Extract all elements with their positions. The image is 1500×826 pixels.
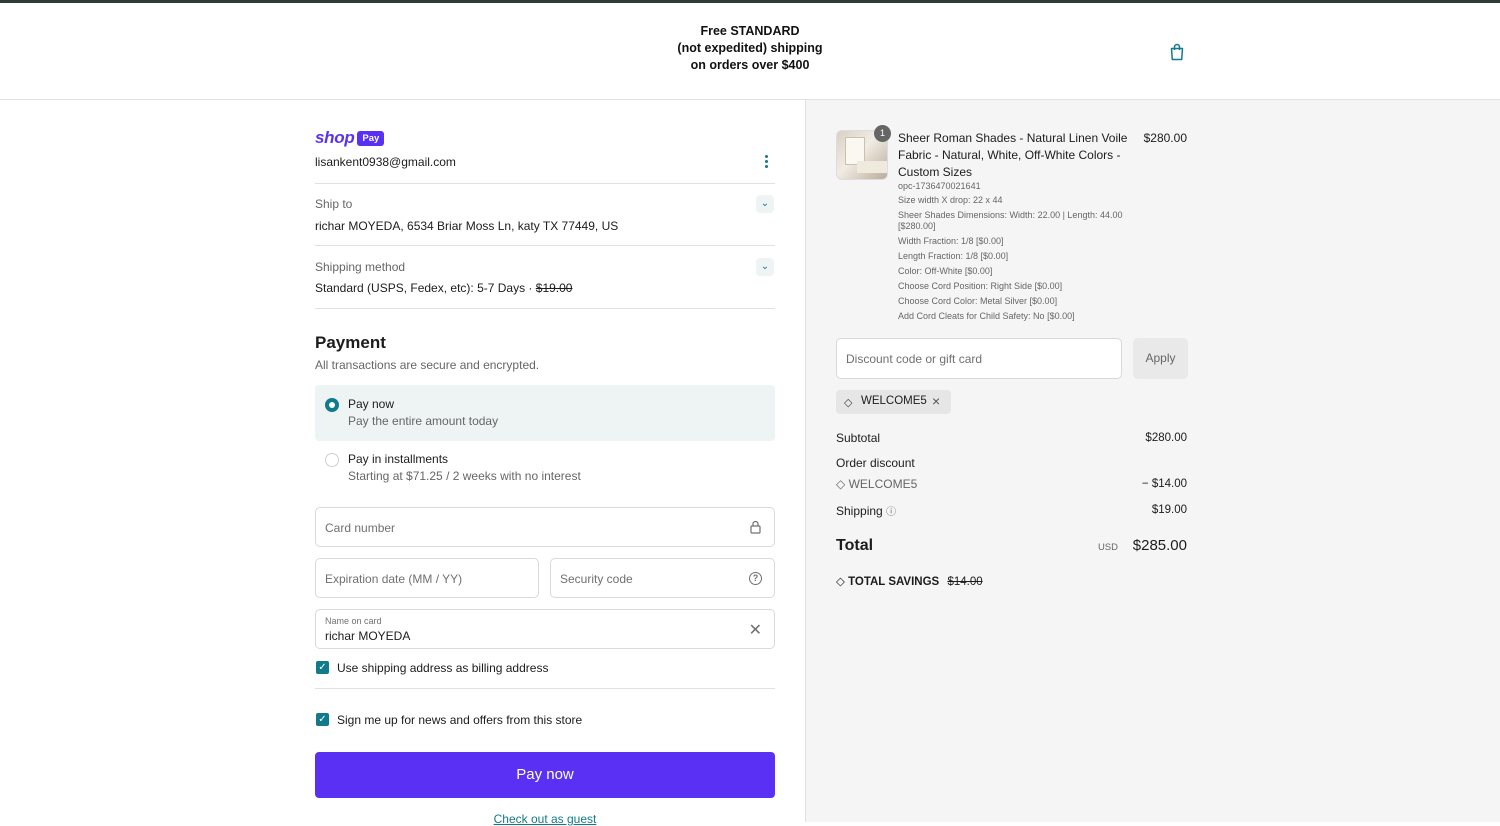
- divider: [315, 688, 775, 689]
- shipping-method-price: $19.00: [535, 281, 573, 295]
- order-discount-label: Order discount: [836, 456, 915, 470]
- total-savings: ◇ TOTAL SAVINGS $14.00: [836, 574, 983, 588]
- shipping-method-text: Standard (USPS, Fedex, etc): 5-7 Days ·: [315, 281, 536, 295]
- product-meta: Color: Off-White [$0.00]: [898, 266, 993, 276]
- total-value: $285.00: [1132, 537, 1187, 554]
- shipping-method-label: Shipping method: [315, 260, 406, 274]
- apply-button[interactable]: Apply: [1133, 338, 1188, 379]
- shipping-label: Shipping: [836, 504, 883, 518]
- name-on-card-value: richar MOYEDA: [325, 629, 411, 643]
- guest-checkout-link[interactable]: Check out as guest: [315, 812, 775, 826]
- product-meta: Sheer Shades Dimensions: Width: 22.00 | …: [898, 210, 1123, 231]
- radio-unselected[interactable]: [325, 453, 339, 467]
- checkout-form: shop Pay lisankent0938@gmail.com Ship to…: [0, 100, 805, 826]
- chevron-down-icon[interactable]: ⌄: [756, 258, 774, 276]
- option-installments-subtitle: Starting at $71.25 / 2 weeks with no int…: [348, 469, 581, 483]
- tag-icon: ◇: [836, 576, 845, 588]
- subtotal-label: Subtotal: [836, 431, 881, 445]
- quantity-badge: 1: [874, 125, 891, 142]
- pay-badge: Pay: [357, 130, 385, 146]
- card-number-field[interactable]: Card number: [315, 507, 775, 547]
- product-meta: Choose Cord Color: Metal Silver [$0.00]: [898, 296, 1058, 306]
- product-meta: Width Fraction: 1/8 [$0.00]: [898, 236, 1004, 246]
- ship-to-address: richar MOYEDA, 6534 Briar Moss Ln, katy …: [315, 219, 619, 233]
- discount-value: − $14.00: [1141, 478, 1187, 490]
- shop-pay-logo[interactable]: shop Pay: [315, 128, 385, 148]
- divider: [315, 245, 775, 246]
- shipping-value: $19.00: [1151, 504, 1187, 516]
- payment-option-pay-now[interactable]: Pay now Pay the entire amount today: [315, 385, 775, 441]
- newsletter-checkbox-label[interactable]: Sign me up for news and offers from this…: [337, 713, 582, 727]
- product-meta: Size width X drop: 22 x 44: [898, 195, 1003, 205]
- tag-icon: ◇: [836, 477, 846, 491]
- more-vertical-icon[interactable]: [765, 155, 769, 169]
- shopping-bag-icon[interactable]: [1169, 43, 1185, 61]
- announcement-line-1: Free STANDARD: [700, 24, 800, 38]
- security-code-placeholder: Security code: [560, 572, 633, 586]
- billing-checkbox-label[interactable]: Use shipping address as billing address: [337, 661, 548, 675]
- option-title: Pay now: [348, 397, 395, 411]
- ship-to-label: Ship to: [315, 197, 353, 211]
- option-subtitle: Pay the entire amount today: [348, 414, 499, 428]
- option-installments-title[interactable]: Pay in installments: [348, 452, 448, 466]
- clear-icon[interactable]: ✕: [749, 620, 762, 640]
- discount-code: WELCOME5: [848, 477, 918, 491]
- name-on-card-field[interactable]: Name on card richar MOYEDA ✕: [315, 609, 775, 649]
- radio-selected[interactable]: [325, 398, 339, 412]
- shipping-row: Shipping ⓘ: [836, 503, 896, 518]
- card-number-placeholder: Card number: [325, 521, 396, 535]
- shipping-announcement: Free STANDARD (not expedited) shipping o…: [600, 23, 900, 74]
- product-meta: Add Cord Cleats for Child Safety: No [$0…: [898, 311, 1075, 321]
- discount-code-row: ◇ WELCOME5: [836, 477, 917, 491]
- subtotal-value: $280.00: [1145, 432, 1187, 444]
- divider: [315, 308, 775, 309]
- tag-icon: ◇: [844, 397, 853, 409]
- product-title: Sheer Roman Shades - Natural Linen Voile…: [898, 131, 1128, 179]
- shop-logo-text: shop: [315, 128, 355, 147]
- announcement-line-2: (not expedited) shipping: [677, 41, 823, 55]
- currency-code: USD: [1097, 542, 1118, 553]
- account-email: lisankent0938@gmail.com: [315, 155, 456, 169]
- product-meta: Choose Cord Position: Right Side [$0.00]: [898, 281, 1063, 291]
- expiration-field[interactable]: Expiration date (MM / YY): [315, 558, 539, 598]
- payment-subtitle: All transactions are secure and encrypte…: [315, 358, 540, 372]
- billing-checkbox[interactable]: ✓: [316, 661, 329, 674]
- total-label: Total: [836, 537, 874, 554]
- announcement-line-3: on orders over $400: [690, 58, 810, 72]
- order-summary: 1 Sheer Roman Shades - Natural Linen Voi…: [805, 100, 1500, 822]
- newsletter-checkbox[interactable]: ✓: [316, 713, 329, 726]
- lock-icon: [750, 520, 761, 534]
- pay-now-button[interactable]: Pay now: [315, 752, 775, 798]
- help-icon[interactable]: ?: [749, 572, 762, 585]
- applied-code: WELCOME5: [861, 395, 927, 407]
- expiration-placeholder: Expiration date (MM / YY): [325, 572, 463, 586]
- payment-title: Payment: [315, 333, 386, 352]
- help-icon[interactable]: ⓘ: [886, 507, 896, 518]
- chevron-down-icon[interactable]: ⌄: [756, 195, 774, 213]
- product-meta: Length Fraction: 1/8 [$0.00]: [898, 251, 1009, 261]
- divider: [315, 183, 775, 184]
- discount-placeholder: Discount code or gift card: [846, 352, 983, 366]
- savings-value: $14.00: [947, 576, 983, 588]
- header: Free STANDARD (not expedited) shipping o…: [0, 3, 1500, 100]
- product-price: $280.00: [1143, 131, 1187, 145]
- product-meta: opc-1736470021641: [898, 181, 981, 191]
- savings-label: TOTAL SAVINGS: [848, 576, 940, 588]
- name-on-card-label: Name on card: [325, 616, 382, 626]
- shipping-method-value: Standard (USPS, Fedex, etc): 5-7 Days · …: [315, 281, 572, 295]
- security-code-field[interactable]: Security code ?: [550, 558, 775, 598]
- applied-discount-tag: ◇ WELCOME5 ×: [836, 390, 951, 414]
- discount-code-input[interactable]: Discount code or gift card: [836, 338, 1122, 379]
- remove-discount-icon[interactable]: ×: [932, 393, 940, 409]
